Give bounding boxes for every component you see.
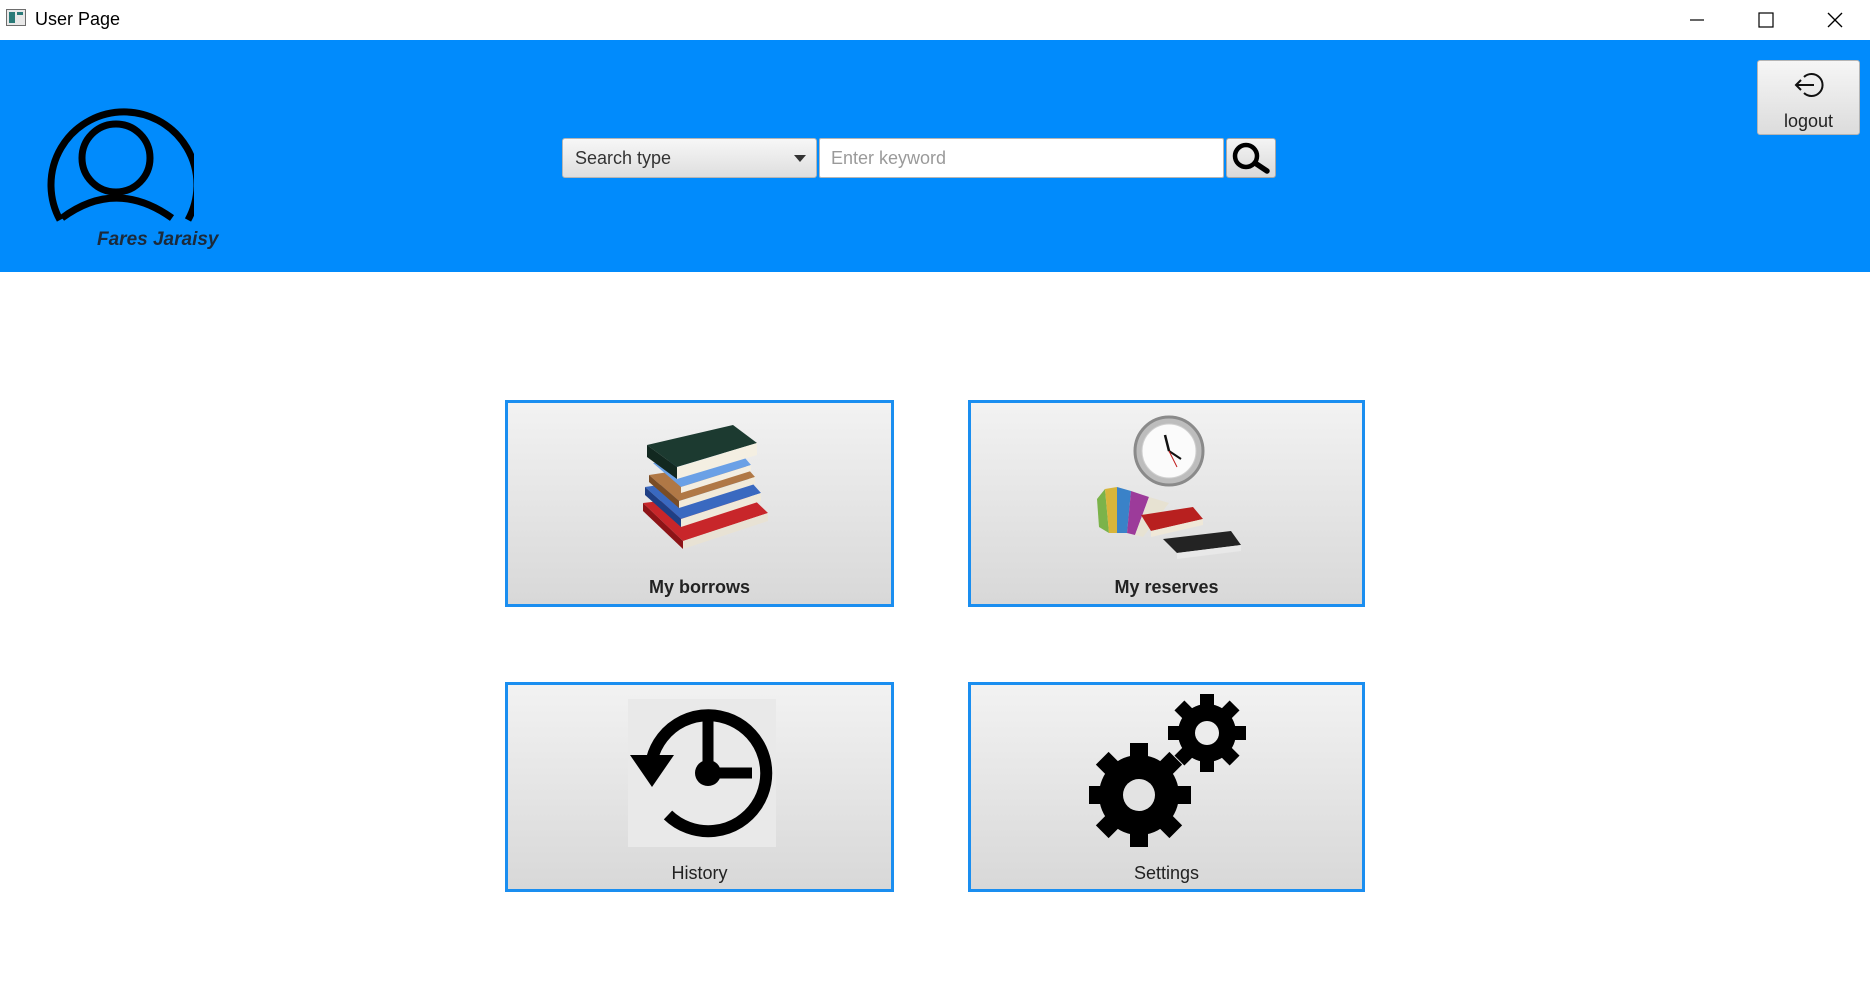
book-stack-icon	[643, 425, 768, 549]
search-icon	[1232, 142, 1270, 174]
clock-books-icon	[1097, 415, 1241, 559]
user-circle-icon	[47, 108, 194, 222]
maximize-icon	[1758, 12, 1774, 28]
my-reserves-label: My reserves	[1114, 577, 1219, 597]
history-clock-icon	[628, 699, 776, 847]
history-button[interactable]: History	[505, 682, 894, 892]
search-type-label: Search type	[575, 148, 672, 168]
search-button[interactable]	[1226, 138, 1276, 178]
gears-icon	[1089, 694, 1246, 847]
minimize-button[interactable]	[1662, 0, 1732, 40]
logout-button[interactable]: logout	[1757, 60, 1860, 135]
username-label: Fares Jaraisy	[97, 229, 219, 250]
keyword-input[interactable]	[819, 138, 1224, 178]
settings-label: Settings	[1133, 863, 1200, 883]
maximize-button[interactable]	[1731, 0, 1801, 40]
my-borrows-label: My borrows	[648, 577, 750, 597]
my-reserves-button[interactable]: My reserves	[968, 400, 1365, 607]
close-button[interactable]	[1800, 0, 1870, 40]
chevron-down-icon	[794, 155, 806, 162]
history-label: History	[671, 863, 728, 883]
minimize-icon	[1690, 19, 1704, 21]
window-title-bar: User Page	[0, 0, 1870, 40]
settings-button[interactable]: Settings	[968, 682, 1365, 892]
search-type-dropdown[interactable]: Search type	[562, 138, 817, 178]
window-title: User Page	[35, 9, 121, 29]
close-icon	[1827, 12, 1843, 28]
logout-icon	[1794, 73, 1824, 97]
my-borrows-button[interactable]: My borrows	[505, 400, 894, 607]
logout-label: logout	[1783, 111, 1834, 131]
app-icon	[6, 9, 26, 26]
